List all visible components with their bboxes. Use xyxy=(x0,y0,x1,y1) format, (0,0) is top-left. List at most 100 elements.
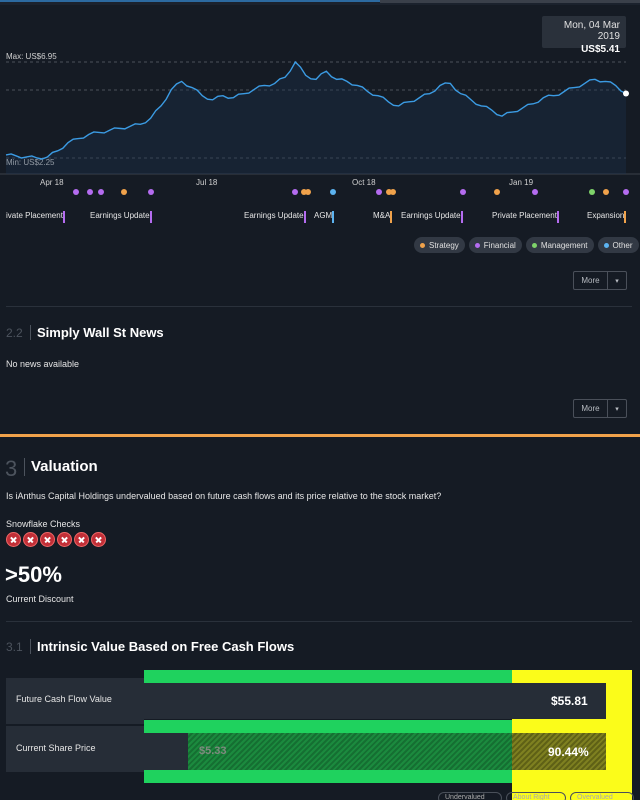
event-marker xyxy=(603,189,609,195)
more-button-chart[interactable]: More ▾ xyxy=(573,271,627,290)
section-divider xyxy=(6,306,632,307)
event-marker xyxy=(376,189,382,195)
event-marker xyxy=(148,189,154,195)
event-marker xyxy=(532,189,538,195)
valuation-section-separator xyxy=(0,434,640,437)
tooltip-date: Mon, 04 Mar 2019 xyxy=(563,20,620,42)
fail-x-icon xyxy=(6,532,21,547)
event-label-text: Expansion xyxy=(587,211,625,220)
event-ma[interactable]: M&A xyxy=(373,211,393,223)
share-price-amount: $5.33 xyxy=(199,745,227,757)
fail-x-icon xyxy=(57,532,72,547)
event-earnings-2[interactable]: Earnings Update xyxy=(244,211,306,223)
event-label-text: Private Placement xyxy=(492,211,557,220)
current-price-point xyxy=(623,90,629,97)
fail-x-icon xyxy=(91,532,106,547)
snowflake-checks-label: Snowflake Checks xyxy=(6,519,81,529)
snowflake-checks xyxy=(6,532,106,547)
intrinsic-section-number: 3.1 xyxy=(6,640,23,654)
legend-other[interactable]: Other xyxy=(597,237,639,253)
event-color-bar xyxy=(624,211,627,223)
event-label-text: Earnings Update xyxy=(90,211,150,220)
x-label-jul: Jul 18 xyxy=(196,178,218,187)
top-line xyxy=(0,0,380,2)
intrinsic-section-title: Intrinsic Value Based on Free Cash Flows xyxy=(30,639,294,654)
future-value-amount: $55.81 xyxy=(551,694,588,708)
top-right-line xyxy=(380,0,640,3)
event-label-text: ivate Placement xyxy=(6,211,63,220)
valuation-question: Is iAnthus Capital Holdings undervalued … xyxy=(6,491,442,501)
event-label-text: Earnings Update xyxy=(244,211,304,220)
intrinsic-value-chart: Future Cash Flow Value $55.81 Current Sh… xyxy=(6,670,632,800)
event-private-placement-1[interactable]: ivate Placement xyxy=(6,211,65,223)
overvalued-button[interactable]: Overvalued xyxy=(570,792,634,800)
about-right-button[interactable]: About Right xyxy=(506,792,566,800)
legend-dot xyxy=(474,242,480,248)
no-news-text: No news available xyxy=(6,359,80,369)
current-discount-label: Current Discount xyxy=(6,594,74,604)
legend-label: Management xyxy=(540,240,588,250)
event-marker xyxy=(73,189,79,195)
chevron-down-icon: ▾ xyxy=(615,405,619,413)
event-color-bar xyxy=(303,211,306,223)
event-marker xyxy=(305,189,311,195)
event-marker xyxy=(390,189,396,195)
event-color-bar xyxy=(556,211,559,223)
undervalued-button[interactable]: Undervalued xyxy=(438,792,502,800)
news-section-number: 2.2 xyxy=(6,326,23,340)
section-divider xyxy=(6,621,632,622)
undervalued-band-top xyxy=(144,670,512,683)
more-label: More xyxy=(574,400,608,417)
legend-dot xyxy=(603,242,609,248)
valuation-section-number: 3 xyxy=(5,456,18,481)
event-private-placement-2[interactable]: Private Placement xyxy=(492,211,559,223)
event-label-text: AGM xyxy=(314,211,333,220)
event-marker xyxy=(98,189,104,195)
event-expansion[interactable]: Expansion xyxy=(587,211,627,223)
top-strip xyxy=(0,0,640,5)
fail-x-icon xyxy=(23,532,38,547)
event-marker xyxy=(292,189,298,195)
fail-x-icon xyxy=(40,532,55,547)
price-chart[interactable] xyxy=(0,40,640,200)
more-label: More xyxy=(574,272,608,289)
news-section-title: Simply Wall St News xyxy=(30,325,164,340)
chevron-down-icon: ▾ xyxy=(615,277,619,285)
x-label-jan: Jan 19 xyxy=(509,178,534,187)
fail-x-icon xyxy=(74,532,89,547)
event-marker xyxy=(589,189,595,195)
legend-strategy[interactable]: Strategy xyxy=(414,237,465,253)
event-label-text: M&A xyxy=(373,211,391,220)
current-discount-value: >50% xyxy=(5,562,62,587)
valuation-section-title: Valuation xyxy=(24,458,98,476)
legend-financial[interactable]: Financial xyxy=(468,237,522,253)
legend-label: Strategy xyxy=(429,240,459,250)
event-earnings-1[interactable]: Earnings Update xyxy=(90,211,152,223)
event-color-bar xyxy=(390,211,393,223)
event-legend: Strategy Financial Management Other xyxy=(414,237,639,253)
event-marker xyxy=(87,189,93,195)
discount-hatch xyxy=(188,733,512,770)
legend-management[interactable]: Management xyxy=(525,237,594,253)
x-label-oct: Oct 18 xyxy=(352,178,376,187)
event-marker xyxy=(121,189,127,195)
event-marker xyxy=(460,189,466,195)
undervalued-band-mid xyxy=(144,720,512,733)
undervalued-band-bottom xyxy=(144,770,512,783)
event-color-bar xyxy=(149,211,152,223)
share-price-bar xyxy=(144,733,188,770)
legend-label: Other xyxy=(612,240,633,250)
legend-dot xyxy=(420,242,425,248)
more-button-news[interactable]: More ▾ xyxy=(573,399,627,418)
share-price-label: Current Share Price xyxy=(16,743,96,753)
event-color-bar xyxy=(62,211,65,223)
event-earnings-3[interactable]: Earnings Update xyxy=(401,211,463,223)
discount-percent: 90.44% xyxy=(548,745,589,759)
event-color-bar xyxy=(332,211,335,223)
event-color-bar xyxy=(460,211,463,223)
event-label-text: Earnings Update xyxy=(401,211,461,220)
legend-dot xyxy=(531,242,537,248)
event-agm[interactable]: AGM xyxy=(314,211,335,223)
future-value-label: Future Cash Flow Value xyxy=(16,694,112,704)
event-marker xyxy=(494,189,500,195)
